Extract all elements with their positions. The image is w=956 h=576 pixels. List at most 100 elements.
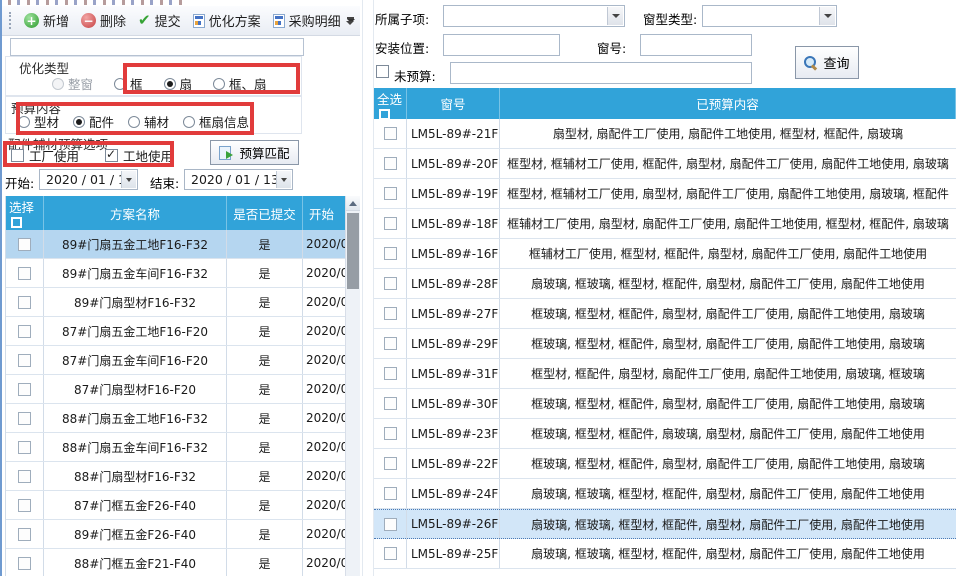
end-date-picker[interactable]: 2020 / 01 / 13 xyxy=(184,169,293,190)
end-date-dropdown-icon[interactable] xyxy=(276,171,291,188)
optimize-type-option-2[interactable]: 扇 xyxy=(164,74,193,93)
query-button[interactable]: 查询 xyxy=(795,46,859,79)
plan-row[interactable]: 88#门扇五金车间F16-F32是2020/0 xyxy=(6,433,360,462)
window-row[interactable]: LM5L-89#-30F28框玻璃, 框型材, 框配件, 扇型材, 扇配件工厂使… xyxy=(374,389,956,419)
window-row[interactable]: LM5L-89#-28F26扇玻璃, 框玻璃, 框型材, 框配件, 扇型材, 扇… xyxy=(374,269,956,299)
plan-row[interactable]: 87#门扇型材F16-F20是2020/0 xyxy=(6,375,360,404)
optimize-type-option-0[interactable]: 整窗 xyxy=(52,74,93,93)
row-checkbox[interactable] xyxy=(18,499,31,512)
sub-item-select[interactable] xyxy=(443,5,625,27)
budget-content-option-0[interactable]: 型材 xyxy=(18,112,59,131)
row-checkbox[interactable] xyxy=(18,383,31,396)
window-type-dropdown-icon[interactable] xyxy=(819,7,835,25)
optimize-type-option-label: 框、扇 xyxy=(229,74,267,93)
row-checkbox[interactable] xyxy=(18,412,31,425)
row-checkbox[interactable] xyxy=(18,296,31,309)
submit-button[interactable]: ✔ 提交 xyxy=(132,8,187,33)
panel-splitter[interactable] xyxy=(362,0,374,576)
window-row[interactable]: LM5L-89#-24F22扇玻璃, 框玻璃, 框型材, 框配件, 扇型材, 扇… xyxy=(374,479,956,509)
window-select-cell xyxy=(374,149,407,178)
row-checkbox[interactable] xyxy=(384,217,397,230)
row-checkbox[interactable] xyxy=(18,325,31,338)
row-checkbox[interactable] xyxy=(18,557,31,570)
optimize-type-option-3[interactable]: 框、扇 xyxy=(213,74,267,93)
row-checkbox[interactable] xyxy=(384,337,397,350)
start-date-picker[interactable]: 2020 / 01 / 1 xyxy=(39,169,138,190)
window-row[interactable]: LM5L-89#-31F29框型材, 框配件, 扇型材, 扇配件工厂使用, 扇配… xyxy=(374,359,956,389)
plan-row[interactable]: 89#门扇五金工地F16-F32是2020/0 xyxy=(6,230,360,259)
no-budget-checkbox[interactable] xyxy=(376,65,389,78)
budget-content-option-2[interactable]: 辅材 xyxy=(128,112,169,131)
row-checkbox[interactable] xyxy=(384,187,397,200)
row-checkbox[interactable] xyxy=(384,247,397,260)
plan-filter-input[interactable] xyxy=(10,38,304,56)
optimize-type-option-1[interactable]: 框 xyxy=(114,74,143,93)
row-checkbox[interactable] xyxy=(18,354,31,367)
optimize-plan-button[interactable]: 优化方案 xyxy=(187,8,267,33)
row-checkbox[interactable] xyxy=(384,307,397,320)
usage-checkbox-1[interactable]: 工地使用 xyxy=(105,146,173,165)
plan-table-scrollbar[interactable] xyxy=(345,196,360,576)
window-row[interactable]: LM5L-89#-26F24扇玻璃, 框玻璃, 框型材, 框配件, 扇型材, 扇… xyxy=(374,509,956,539)
window-no-input[interactable] xyxy=(640,34,752,56)
radio-icon xyxy=(164,78,176,90)
window-select-cell xyxy=(374,209,407,238)
budget-content-option-1[interactable]: 配件 xyxy=(73,112,114,131)
plan-row[interactable]: 89#门扇五金车间F16-F32是2020/0 xyxy=(6,259,360,288)
window-row[interactable]: LM5L-89#-19F17框型材, 框辅材工厂使用, 扇型材, 扇配件工厂使用… xyxy=(374,179,956,209)
plan-row[interactable]: 88#门框五金F21-F40是2020/0 xyxy=(6,549,360,576)
row-checkbox[interactable] xyxy=(384,457,397,470)
row-checkbox[interactable] xyxy=(384,367,397,380)
row-checkbox[interactable] xyxy=(384,427,397,440)
start-date-dropdown-icon[interactable] xyxy=(121,171,136,188)
row-checkbox[interactable] xyxy=(18,470,31,483)
plan-row[interactable]: 87#门框五金F26-F40是2020/0 xyxy=(6,491,360,520)
add-button[interactable]: + 新增 xyxy=(18,8,75,33)
plan-name-cell: 89#门扇五金工地F16-F32 xyxy=(44,230,227,258)
window-row[interactable]: LM5L-89#-16F15框辅材工厂使用, 框型材, 框配件, 扇型材, 扇配… xyxy=(374,239,956,269)
scrollbar-thumb[interactable] xyxy=(347,213,359,289)
window-no-cell: LM5L-89#-31F29 xyxy=(407,359,500,388)
plan-row[interactable]: 89#门扇型材F16-F32是2020/0 xyxy=(6,288,360,317)
row-checkbox[interactable] xyxy=(18,238,31,251)
select-all-plans-checkbox[interactable] xyxy=(11,217,22,228)
window-row[interactable]: LM5L-89#-18F16框辅材工厂使用, 扇型材, 扇配件工厂使用, 扇配件… xyxy=(374,209,956,239)
no-budget-input[interactable] xyxy=(450,62,752,84)
window-row[interactable]: LM5L-89#-23F21框玻璃, 框型材, 框配件, 扇玻璃, 扇型材, 扇… xyxy=(374,419,956,449)
row-checkbox[interactable] xyxy=(18,528,31,541)
row-checkbox[interactable] xyxy=(384,277,397,290)
window-row[interactable]: LM5L-89#-22F20框玻璃, 框型材, 框配件, 扇型材, 扇配件工厂使… xyxy=(374,449,956,479)
budget-match-button[interactable]: 预算匹配 xyxy=(210,140,299,165)
window-row[interactable]: LM5L-89#-27F25框玻璃, 框型材, 框配件, 扇型材, 扇配件工厂使… xyxy=(374,299,956,329)
install-position-input[interactable] xyxy=(443,34,560,56)
window-row[interactable]: LM5L-89#-29F27框玻璃, 框型材, 框配件, 扇型材, 扇配件工厂使… xyxy=(374,329,956,359)
window-row[interactable]: LM5L-89#-25F23扇玻璃, 框玻璃, 框型材, 框配件, 扇型材, 扇… xyxy=(374,539,956,569)
window-no-cell: LM5L-89#-24F22 xyxy=(407,479,500,508)
sub-item-dropdown-icon[interactable] xyxy=(607,7,623,25)
row-checkbox[interactable] xyxy=(384,487,397,500)
plan-row[interactable]: 88#门扇五金工地F16-F32是2020/0 xyxy=(6,404,360,433)
row-checkbox[interactable] xyxy=(384,547,397,560)
row-checkbox[interactable] xyxy=(18,441,31,454)
row-checkbox[interactable] xyxy=(18,267,31,280)
plan-row[interactable]: 87#门扇五金工地F16-F20是2020/0 xyxy=(6,317,360,346)
plan-row[interactable]: 89#门框五金F26-F40是2020/0 xyxy=(6,520,360,549)
row-checkbox[interactable] xyxy=(384,157,397,170)
window-no-cell: LM5L-89#-28F26 xyxy=(407,269,500,298)
usage-checkbox-0[interactable]: 工厂使用 xyxy=(11,146,79,165)
budget-content-cell: 框辅材工厂使用, 框型材, 框配件, 扇型材, 扇配件工厂使用, 扇配件工地使用 xyxy=(500,239,956,268)
row-checkbox[interactable] xyxy=(384,397,397,410)
window-row[interactable]: LM5L-89#-21F19扇型材, 扇配件工厂使用, 扇配件工地使用, 框型材… xyxy=(374,119,956,149)
budget-content-option-3[interactable]: 框扇信息 xyxy=(183,112,249,131)
window-select-cell xyxy=(374,539,407,568)
row-checkbox[interactable] xyxy=(384,518,397,531)
plan-row[interactable]: 87#门扇五金车间F16-F20是2020/0 xyxy=(6,346,360,375)
window-type-select[interactable] xyxy=(702,5,837,27)
select-column-label: 选择 xyxy=(9,200,34,215)
scroll-up-icon[interactable] xyxy=(346,196,360,211)
plan-row[interactable]: 88#门扇型材F16-F32是2020/0 xyxy=(6,462,360,491)
toolbar-overflow-button[interactable] xyxy=(343,10,357,32)
window-row[interactable]: LM5L-89#-20F18框型材, 框辅材工厂使用, 框配件, 扇型材, 扇配… xyxy=(374,149,956,179)
row-checkbox[interactable] xyxy=(384,127,397,140)
delete-button[interactable]: − 删除 xyxy=(75,8,132,33)
